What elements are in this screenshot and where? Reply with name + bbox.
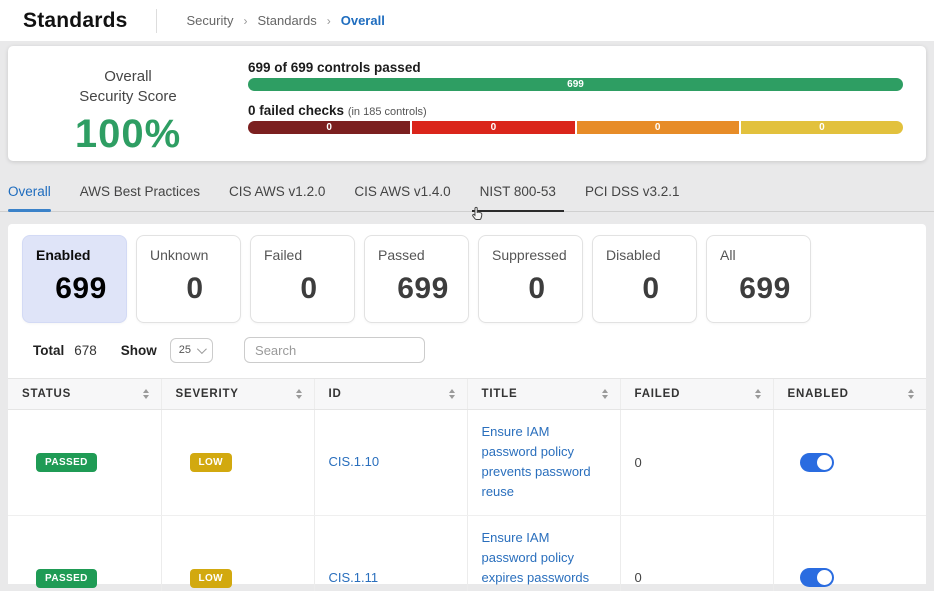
standards-tab-bar: Overall AWS Best Practices CIS AWS v1.2.… <box>0 184 934 212</box>
passed-progress-bar: 699 <box>248 78 903 91</box>
severity-segment-medium: 0 <box>577 121 739 134</box>
total-label: Total <box>33 343 64 358</box>
status-badge: PASSED <box>36 453 97 472</box>
summary-card-failed[interactable]: Failed 0 <box>250 235 355 323</box>
sort-icon[interactable] <box>755 389 761 399</box>
failed-bar-label: 0 failed checks (in 185 controls) <box>248 103 903 118</box>
total-value: 678 <box>74 343 97 358</box>
passed-bar-label: 699 of 699 controls passed <box>248 60 903 75</box>
column-header-failed[interactable]: FAILED <box>620 379 773 410</box>
column-header-enabled[interactable]: ENABLED <box>773 379 926 410</box>
severity-segment-high: 0 <box>412 121 574 134</box>
status-badge: PASSED <box>36 569 97 588</box>
summary-card-passed[interactable]: Passed 699 <box>364 235 469 323</box>
page-size-value: 25 <box>179 344 191 356</box>
table-header-row: STATUS SEVERITY ID TITLE FAILED ENABLED <box>8 379 926 410</box>
tab-aws-best-practices[interactable]: AWS Best Practices <box>80 184 200 211</box>
controls-panel: Enabled 699 Unknown 0 Failed 0 Passed 69… <box>8 224 926 584</box>
failed-count: 0 <box>620 410 773 516</box>
column-header-id[interactable]: ID <box>314 379 467 410</box>
score-bars: 699 of 699 controls passed 699 0 failed … <box>248 59 903 161</box>
sort-icon[interactable] <box>602 389 608 399</box>
tab-overall[interactable]: Overall <box>8 184 51 211</box>
tab-nist-800-53[interactable]: NIST 800-53 <box>480 184 556 211</box>
score-summary: Overall Security Score 100% <box>8 59 248 161</box>
summary-card-unknown[interactable]: Unknown 0 <box>136 235 241 323</box>
enabled-toggle[interactable] <box>800 568 834 587</box>
column-header-status[interactable]: STATUS <box>8 379 161 410</box>
control-title-link[interactable]: Ensure IAM password policy prevents pass… <box>482 422 606 503</box>
column-header-title[interactable]: TITLE <box>467 379 620 410</box>
table-controls-row: Total 678 Show 25 <box>8 336 926 364</box>
page-title: Standards <box>23 9 128 33</box>
score-label: Overall Security Score <box>8 67 248 108</box>
sort-icon[interactable] <box>449 389 455 399</box>
sort-icon[interactable] <box>908 389 914 399</box>
breadcrumb-item-overall[interactable]: Overall <box>341 13 385 28</box>
control-id-link[interactable]: CIS.1.10 <box>329 454 380 469</box>
breadcrumb: Security › Standards › Overall <box>187 13 385 28</box>
app-header: Standards Security › Standards › Overall <box>0 0 934 41</box>
control-id-link[interactable]: CIS.1.11 <box>329 570 379 585</box>
passed-bar-group: 699 of 699 controls passed 699 <box>248 60 903 91</box>
security-score-card: Overall Security Score 100% 699 of 699 c… <box>8 46 926 161</box>
breadcrumb-separator-icon: › <box>243 14 247 28</box>
search-input[interactable] <box>244 337 425 363</box>
column-header-severity[interactable]: SEVERITY <box>161 379 314 410</box>
severity-segment-low: 0 <box>741 121 903 134</box>
page-size-select[interactable]: 25 <box>170 338 213 363</box>
score-percent: 100% <box>8 112 248 157</box>
chevron-down-icon <box>197 344 207 354</box>
enabled-toggle[interactable] <box>800 453 834 472</box>
failed-severity-bar: 0 0 0 0 <box>248 121 903 134</box>
cursor-pointer-icon <box>469 206 486 228</box>
tab-pci-dss-v321[interactable]: PCI DSS v3.2.1 <box>585 184 680 211</box>
summary-card-disabled[interactable]: Disabled 0 <box>592 235 697 323</box>
severity-badge: LOW <box>190 453 233 472</box>
tab-cis-aws-v140[interactable]: CIS AWS v1.4.0 <box>354 184 450 211</box>
tab-cis-aws-v120[interactable]: CIS AWS v1.2.0 <box>229 184 325 211</box>
failed-count: 0 <box>620 515 773 591</box>
header-divider <box>156 9 157 33</box>
breadcrumb-item-standards[interactable]: Standards <box>257 13 316 28</box>
table-row: PASSED LOW CIS.1.10 Ensure IAM password … <box>8 410 926 516</box>
table-row: PASSED LOW CIS.1.11 Ensure IAM password … <box>8 515 926 591</box>
summary-card-all[interactable]: All 699 <box>706 235 811 323</box>
controls-table: STATUS SEVERITY ID TITLE FAILED ENABLED … <box>8 378 926 591</box>
failed-bar-group: 0 failed checks (in 185 controls) 0 0 0 … <box>248 103 903 134</box>
severity-segment-critical: 0 <box>248 121 410 134</box>
summary-card-suppressed[interactable]: Suppressed 0 <box>478 235 583 323</box>
summary-cards-row: Enabled 699 Unknown 0 Failed 0 Passed 69… <box>8 235 926 323</box>
control-title-link[interactable]: Ensure IAM password policy expires passw… <box>482 528 606 591</box>
show-label: Show <box>121 343 157 358</box>
sort-icon[interactable] <box>143 389 149 399</box>
breadcrumb-item-security[interactable]: Security <box>187 13 234 28</box>
severity-badge: LOW <box>190 569 233 588</box>
summary-card-enabled[interactable]: Enabled 699 <box>22 235 127 323</box>
breadcrumb-separator-icon: › <box>327 14 331 28</box>
sort-icon[interactable] <box>296 389 302 399</box>
